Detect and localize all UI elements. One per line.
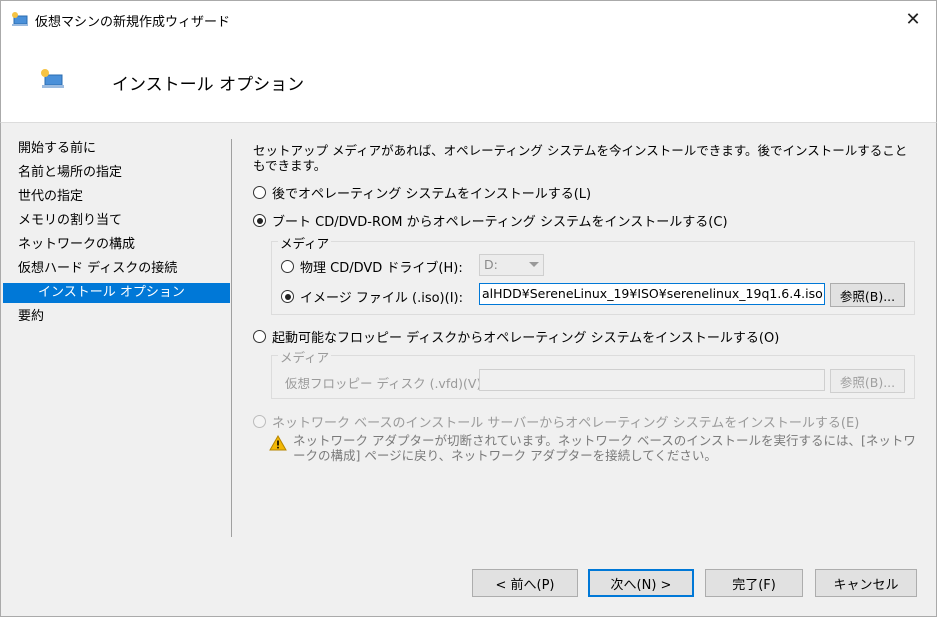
option-physical-drive[interactable]: 物理 CD/DVD ドライブ(H):: [281, 257, 463, 276]
image-file-label: イメージ ファイル (.iso)(I):: [300, 291, 463, 306]
install-options-content: セットアップ メディアがあれば、オペレーティング システムを今インストールできま…: [233, 123, 933, 563]
nav-item-virtual-disk[interactable]: 仮想ハード ディスクの接続: [3, 257, 230, 281]
option-boot-cd[interactable]: ブート CD/DVD-ROM からオペレーティング システムをインストールする(…: [253, 211, 728, 230]
nav-divider: [231, 139, 232, 537]
radio-boot-cd[interactable]: [253, 214, 266, 227]
nav-item-name-location[interactable]: 名前と場所の指定: [3, 161, 230, 185]
nav-item-before-you-begin[interactable]: 開始する前に: [3, 137, 230, 161]
wizard-header: インストール オプション: [0, 38, 937, 122]
radio-install-later[interactable]: [253, 186, 266, 199]
nav-item-install-options[interactable]: インストール オプション: [3, 283, 230, 303]
browse-iso-button[interactable]: 参照(B)...: [830, 283, 905, 307]
install-options-icon: [41, 69, 64, 88]
browse-vfd-button[interactable]: 参照(B)...: [830, 369, 905, 393]
wizard-steps-nav: 開始する前に 名前と場所の指定 世代の指定 メモリの割り当て ネットワークの構成…: [3, 137, 230, 329]
media-group-label: メディア: [278, 233, 332, 252]
window-title: 仮想マシンの新規作成ウィザード: [35, 15, 231, 30]
chevron-down-icon: [529, 262, 539, 267]
physical-drive-select[interactable]: D:: [479, 254, 544, 276]
title-bar: 仮想マシンの新規作成ウィザード ✕: [0, 0, 937, 38]
page-title: インストール オプション: [112, 75, 305, 95]
back-button[interactable]: < 前へ(P): [472, 569, 578, 597]
close-icon[interactable]: ✕: [890, 1, 936, 37]
nav-item-summary[interactable]: 要約: [3, 305, 230, 329]
virtual-floppy-input[interactable]: [479, 369, 825, 391]
option-boot-cd-label: ブート CD/DVD-ROM からオペレーティング システムをインストールする(…: [272, 215, 728, 230]
cancel-button[interactable]: キャンセル: [815, 569, 917, 597]
option-image-file[interactable]: イメージ ファイル (.iso)(I):: [281, 287, 463, 306]
nav-item-memory[interactable]: メモリの割り当て: [3, 209, 230, 233]
nav-item-networking[interactable]: ネットワークの構成: [3, 233, 230, 257]
warning-icon: [269, 435, 287, 451]
radio-floppy[interactable]: [253, 330, 266, 343]
description-text: セットアップ メディアがあれば、オペレーティング システムを今インストールできま…: [253, 143, 908, 173]
next-button[interactable]: 次へ(N) >: [588, 569, 694, 597]
network-warning: ネットワーク アダプターが切断されています。ネットワーク ベースのインストールを…: [269, 433, 919, 463]
radio-image-file[interactable]: [281, 290, 294, 303]
wizard-body: 開始する前に 名前と場所の指定 世代の指定 メモリの割り当て ネットワークの構成…: [0, 122, 937, 617]
nav-item-generation[interactable]: 世代の指定: [3, 185, 230, 209]
physical-drive-value: D:: [484, 257, 498, 272]
option-install-later-label: 後でオペレーティング システムをインストールする(L): [272, 187, 592, 202]
radio-physical-drive[interactable]: [281, 260, 294, 273]
option-network[interactable]: ネットワーク ベースのインストール サーバーからオペレーティング システムをイン…: [253, 412, 859, 431]
floppy-group-label: メディア: [278, 347, 332, 366]
radio-network[interactable]: [253, 415, 266, 428]
hyperv-vm-icon: [12, 12, 28, 26]
option-install-later[interactable]: 後でオペレーティング システムをインストールする(L): [253, 183, 591, 202]
image-file-input[interactable]: alHDD¥SereneLinux_19¥ISO¥serenelinux_19q…: [479, 283, 825, 305]
finish-button[interactable]: 完了(F): [705, 569, 803, 597]
physical-drive-label: 物理 CD/DVD ドライブ(H):: [300, 261, 463, 276]
option-floppy[interactable]: 起動可能なフロッピー ディスクからオペレーティング システムをインストールする(…: [253, 327, 779, 346]
virtual-floppy-label: 仮想フロッピー ディスク (.vfd)(V):: [285, 376, 486, 391]
option-network-label: ネットワーク ベースのインストール サーバーからオペレーティング システムをイン…: [272, 416, 860, 431]
network-warning-text: ネットワーク アダプターが切断されています。ネットワーク ベースのインストールを…: [293, 433, 916, 463]
option-floppy-label: 起動可能なフロッピー ディスクからオペレーティング システムをインストールする(…: [272, 331, 780, 346]
